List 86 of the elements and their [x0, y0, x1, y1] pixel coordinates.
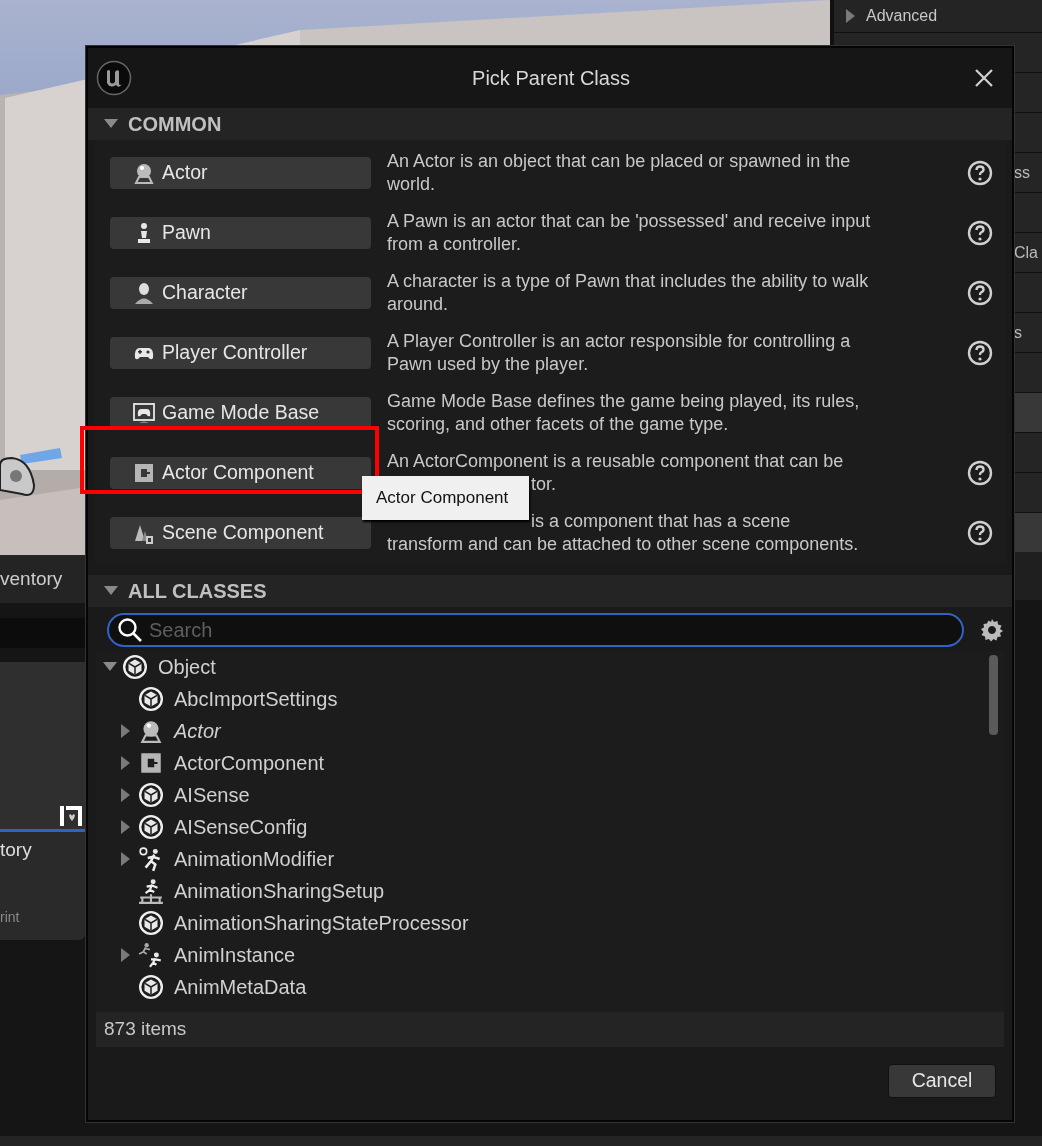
- running-figures-icon: [138, 942, 164, 968]
- cube-icon: [138, 782, 164, 808]
- class-description: tor.: [530, 473, 557, 496]
- class-description: is a component that has a scene: [530, 510, 792, 533]
- close-icon: [974, 68, 994, 88]
- scrollbar[interactable]: [989, 655, 998, 735]
- class-button[interactable]: Actor Component: [110, 457, 371, 489]
- help-icon[interactable]: [967, 460, 993, 486]
- help-icon[interactable]: [967, 160, 993, 186]
- expand-arrow-icon[interactable]: [846, 9, 856, 23]
- expand-arrow-icon[interactable]: [121, 788, 131, 802]
- class-button[interactable]: Character: [110, 277, 371, 309]
- help-icon[interactable]: [967, 520, 993, 546]
- tree-item[interactable]: AISense: [96, 779, 1004, 811]
- expand-arrow-icon[interactable]: [121, 820, 131, 834]
- tooltip: Actor Component: [362, 476, 529, 520]
- cube-icon: [138, 814, 164, 840]
- gamepad-screen-icon: [132, 401, 156, 425]
- tree-item[interactable]: AnimationModifier: [96, 843, 1004, 875]
- cube-icon: [138, 974, 164, 1000]
- class-button[interactable]: Scene Component: [110, 517, 371, 549]
- section-title: ALL CLASSES: [128, 579, 267, 604]
- class-description: An Actor is an object that can be placed or spawned in the: [387, 150, 852, 173]
- cube-icon: [122, 654, 148, 680]
- class-description: An ActorComponent is a reusable component that can be: [387, 450, 845, 473]
- c-block-icon: [132, 461, 156, 485]
- section-header[interactable]: Advanced: [834, 0, 1042, 32]
- class-description: A Player Controller is an actor responsible for controlling a: [387, 330, 852, 353]
- tree-item[interactable]: AnimMetaData: [96, 971, 1004, 1003]
- class-description: Game Mode Base defines the game being played, its rules,: [387, 390, 861, 413]
- tree-item[interactable]: Object: [96, 651, 1004, 683]
- settings-icon[interactable]: [980, 618, 1004, 642]
- class-button[interactable]: Player Controller: [110, 337, 371, 369]
- section-label: Advanced: [866, 6, 938, 26]
- blueprint-icon: [60, 806, 82, 826]
- sphere-on-stand-icon: [132, 161, 156, 185]
- running-figure-platform-icon: [138, 878, 164, 904]
- class-button[interactable]: Game Mode Base: [110, 397, 371, 429]
- class-description: Pawn used by the player.: [387, 353, 590, 376]
- search-field[interactable]: Search: [107, 613, 964, 647]
- property-label: Cla: [1014, 242, 1038, 263]
- class-button[interactable]: Actor: [110, 157, 371, 189]
- tree-item[interactable]: AnimationSharingStateProcessor: [96, 907, 1004, 939]
- class-description: transform and can be attached to other scene components.: [387, 533, 860, 556]
- class-description: A character is a type of Pawn that includes the ability to walk: [387, 270, 870, 293]
- expand-arrow-icon[interactable]: [121, 724, 131, 738]
- cube-icon: [138, 910, 164, 936]
- expand-arrow-icon[interactable]: [103, 662, 117, 672]
- person-bust-icon: [132, 281, 156, 305]
- class-description: world.: [387, 173, 436, 196]
- tree-item[interactable]: AISenseConfig: [96, 811, 1004, 843]
- help-icon[interactable]: [967, 280, 993, 306]
- expand-arrow-icon[interactable]: [121, 852, 131, 866]
- class-description: around.: [387, 293, 450, 316]
- asset-name: tory: [0, 838, 33, 862]
- expand-arrow-icon[interactable]: [121, 948, 131, 962]
- sphere-on-stand-icon: [138, 718, 164, 744]
- tree-item[interactable]: ActorComponent: [96, 747, 1004, 779]
- class-description: scoring, and other facets of the game type.: [387, 413, 730, 436]
- cancel-button[interactable]: Cancel: [888, 1064, 996, 1098]
- panel-tab[interactable]: ventory: [0, 555, 86, 603]
- class-description: A Pawn is an actor that can be 'possessed' and receive input: [387, 210, 872, 233]
- help-icon[interactable]: [967, 340, 993, 366]
- window-title: Pick Parent Class: [471, 66, 631, 91]
- tree-item[interactable]: AnimationSharingSetup: [96, 875, 1004, 907]
- asset-type: rint: [0, 907, 21, 927]
- tree-item[interactable]: Actor: [96, 715, 1004, 747]
- item-count: 873 items: [96, 1012, 1004, 1047]
- tree-item[interactable]: AbcImportSettings: [96, 683, 1004, 715]
- class-button[interactable]: Pawn: [110, 217, 371, 249]
- property-label: s: [1014, 322, 1022, 343]
- help-icon[interactable]: [967, 220, 993, 246]
- logo-icon: [96, 60, 132, 96]
- tree-item[interactable]: AnimInstance: [96, 939, 1004, 971]
- collapse-arrow-icon[interactable]: [104, 586, 118, 596]
- section-title: COMMON: [128, 112, 222, 137]
- expand-arrow-icon[interactable]: [121, 756, 131, 770]
- section-header[interactable]: COMMON: [88, 108, 1012, 140]
- search-icon: [117, 617, 143, 643]
- c-block-icon: [138, 750, 164, 776]
- class-description: from a controller.: [387, 233, 523, 256]
- collapse-arrow-icon[interactable]: [104, 119, 118, 129]
- property-label: ss: [1014, 162, 1030, 183]
- asset-card[interactable]: tory rint: [0, 662, 85, 940]
- cube-icon: [138, 686, 164, 712]
- section-header[interactable]: ALL CLASSES: [88, 575, 1012, 607]
